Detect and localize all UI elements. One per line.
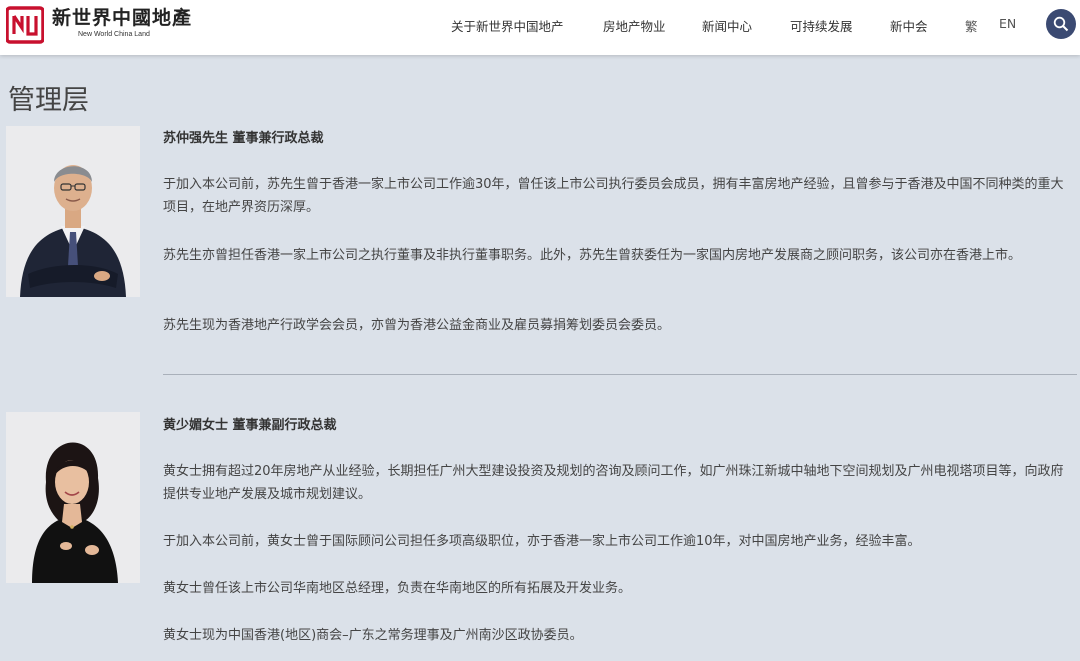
profile-name: 苏仲强先生 董事兼行政总裁	[163, 131, 324, 146]
nav-club[interactable]: 新中会	[890, 16, 928, 35]
profile-photo-man	[6, 126, 140, 297]
logo[interactable]: 新世界中國地產 New World China Land	[6, 6, 192, 44]
nav-sustainability[interactable]: 可持续发展	[790, 16, 853, 35]
logo-icon	[6, 6, 44, 44]
divider	[163, 374, 1077, 375]
page-title: 管理层	[8, 85, 89, 116]
site-header: 新世界中國地產 New World China Land 关于新世界中国地产 房…	[0, 0, 1080, 55]
nav-news[interactable]: 新闻中心	[702, 16, 752, 35]
search-button[interactable]	[1046, 9, 1076, 39]
profile-name: 黄少媚女士 董事兼副行政总裁	[163, 418, 337, 433]
lang-traditional-link[interactable]: 繁	[965, 16, 978, 35]
profile-paragraph: 苏先生现为香港地产行政学会会员，亦曾为香港公益金商业及雇员募捐筹划委员会委员。	[163, 318, 671, 333]
profile-paragraph: 黄女士拥有超过20年房地产从业经验，长期担任广州大型建设投资及规划的咨询及顾问工…	[163, 464, 1064, 502]
lang-english-link[interactable]: EN	[999, 16, 1016, 31]
logo-english-text: New World China Land	[78, 31, 150, 38]
profile-paragraph: 苏先生亦曾担任香港一家上市公司之执行董事及非执行董事职务。此外，苏先生曾获委任为…	[163, 248, 1022, 263]
profile-paragraph: 于加入本公司前，苏先生曾于香港一家上市公司工作逾30年，曾任该上市公司执行委员会…	[163, 177, 1064, 215]
profile-paragraph: 于加入本公司前，黄女士曾于国际顾问公司担任多项高级职位，亦于香港一家上市公司工作…	[163, 534, 921, 549]
logo-chinese-text: 新世界中國地產	[52, 7, 193, 29]
nav-properties[interactable]: 房地产物业	[603, 16, 666, 35]
profile-photo-woman	[6, 412, 140, 583]
profile-paragraph: 黄女士现为中国香港(地区)商会–广东之常务理事及广州南沙区政协委员。	[163, 628, 583, 643]
profile-paragraph: 黄女士曾任该上市公司华南地区总经理，负责在华南地区的所有拓展及开发业务。	[163, 581, 632, 596]
nav-about[interactable]: 关于新世界中国地产	[451, 16, 564, 35]
search-icon	[1053, 16, 1069, 32]
